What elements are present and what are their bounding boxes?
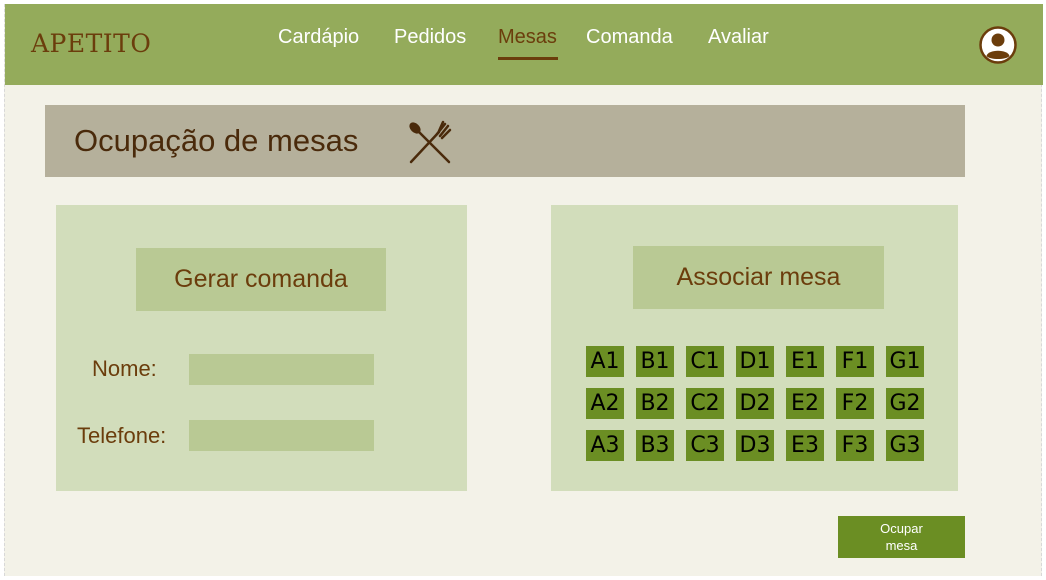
table-cell-c1[interactable]: C1: [686, 346, 724, 377]
nome-field[interactable]: [189, 354, 374, 385]
table-cell-d1[interactable]: D1: [736, 346, 774, 377]
table-grid: A1 B1 C1 D1 E1 F1 G1 A2 B2 C2 D2 E2 F2 G2 A3 B3 C3 D3 E3 F3…: [586, 346, 946, 466]
table-cell-d2[interactable]: D2: [736, 388, 774, 419]
ocupar-mesa-button[interactable]: Ocupar mesa: [838, 516, 965, 558]
page-title: Ocupação de mesas: [74, 123, 359, 158]
app-frame: APETITO Cardápio Pedidos Mesas Comanda A…: [4, 4, 1043, 576]
table-cell-f3[interactable]: F3: [836, 430, 874, 461]
table-cell-c3[interactable]: C3: [686, 430, 724, 461]
nav-item-avaliar[interactable]: Avaliar: [708, 26, 769, 49]
table-cell-e2[interactable]: E2: [786, 388, 824, 419]
table-cell-b3[interactable]: B3: [636, 430, 674, 461]
table-cell-a2[interactable]: A2: [586, 388, 624, 419]
gerar-comanda-panel: Gerar comanda Nome: Telefone:: [56, 205, 467, 491]
table-cell-g1[interactable]: G1: [886, 346, 924, 377]
table-cell-b1[interactable]: B1: [636, 346, 674, 377]
fork-spoon-icon: [405, 118, 453, 166]
top-navbar: APETITO Cardápio Pedidos Mesas Comanda A…: [5, 4, 1043, 85]
table-cell-f1[interactable]: F1: [836, 346, 874, 377]
gerar-comanda-button[interactable]: Gerar comanda: [136, 248, 386, 311]
nav-item-comanda[interactable]: Comanda: [586, 26, 673, 49]
page-title-bar: Ocupação de mesas: [45, 105, 965, 177]
logo[interactable]: APETITO: [31, 29, 151, 58]
ocupar-mesa-label: Ocupar mesa: [880, 521, 923, 553]
table-cell-e3[interactable]: E3: [786, 430, 824, 461]
table-cell-e1[interactable]: E1: [786, 346, 824, 377]
table-cell-a3[interactable]: A3: [586, 430, 624, 461]
nav-item-pedidos[interactable]: Pedidos: [394, 26, 466, 49]
table-cell-d3[interactable]: D3: [736, 430, 774, 461]
nav-item-mesas[interactable]: Mesas: [498, 26, 557, 49]
table-cell-g3[interactable]: G3: [886, 430, 924, 461]
associar-mesa-button[interactable]: Associar mesa: [633, 246, 884, 309]
table-cell-c2[interactable]: C2: [686, 388, 724, 419]
active-nav-underline: [498, 57, 558, 60]
table-cell-g2[interactable]: G2: [886, 388, 924, 419]
user-circle-icon[interactable]: [978, 25, 1018, 65]
table-cell-f2[interactable]: F2: [836, 388, 874, 419]
telefone-label: Telefone:: [77, 423, 167, 448]
nav-item-cardapio[interactable]: Cardápio: [278, 26, 359, 49]
associar-mesa-panel: Associar mesa A1 B1 C1 D1 E1 F1 G1 A2 B2 C2 D2 E2 F2…: [551, 205, 958, 491]
telefone-field[interactable]: [189, 420, 374, 451]
table-cell-b2[interactable]: B2: [636, 388, 674, 419]
nome-label: Nome:: [92, 356, 157, 381]
table-cell-a1[interactable]: A1: [586, 346, 624, 377]
